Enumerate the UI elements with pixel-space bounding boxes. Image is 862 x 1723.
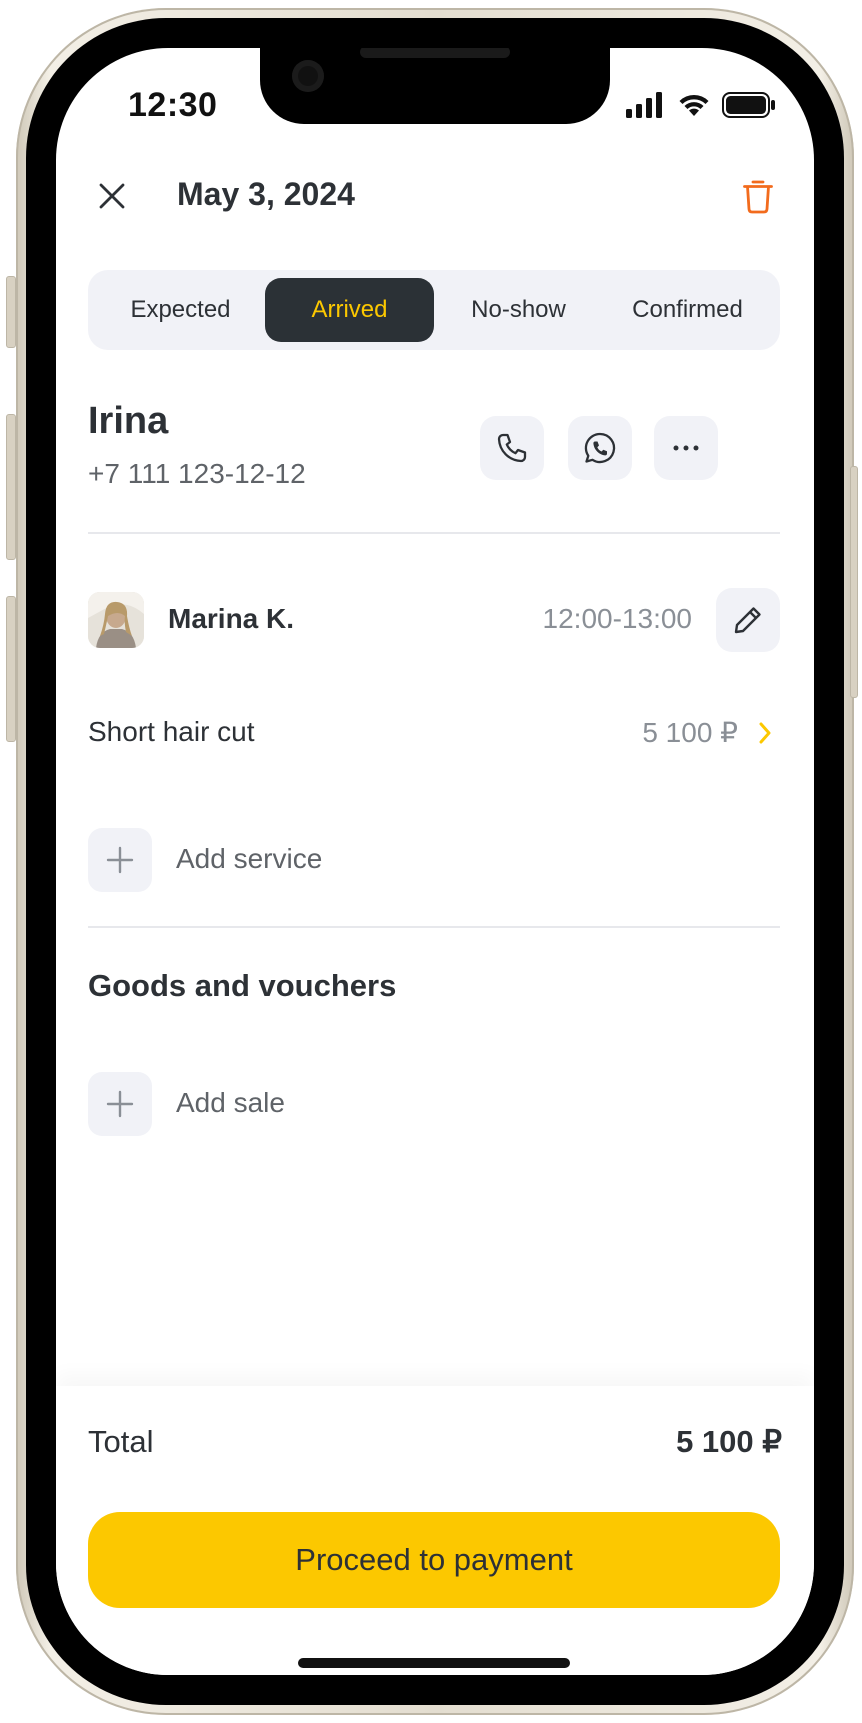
plus-icon [88, 828, 152, 892]
cellular-signal-icon [626, 92, 662, 118]
add-sale-label: Add sale [176, 1087, 285, 1118]
whatsapp-icon [584, 432, 616, 464]
phone-icon [497, 433, 527, 463]
client-card: Irina +7 111 123-12-12 [88, 400, 780, 500]
total-label: Total [88, 1424, 154, 1459]
side-button-mute [6, 276, 16, 348]
add-service-label: Add service [176, 843, 323, 874]
edit-button[interactable] [716, 588, 780, 652]
delete-button[interactable] [734, 172, 782, 220]
close-icon [99, 183, 125, 209]
wifi-icon [679, 94, 709, 116]
whatsapp-button[interactable] [568, 416, 632, 480]
client-phone: +7 111 123-12-12 [88, 458, 306, 489]
master-name: Marina K. [168, 603, 295, 634]
side-button-volume-up [6, 414, 16, 560]
page-title: May 3, 2024 [177, 176, 355, 212]
speaker [360, 48, 510, 58]
trash-icon [743, 180, 773, 214]
more-icon [673, 445, 699, 451]
tab-expected[interactable]: Expected [96, 278, 265, 342]
add-service-button[interactable]: Add service [88, 828, 488, 892]
goods-section-title: Goods and vouchers [88, 968, 397, 1003]
tab-no-show[interactable]: No-show [434, 278, 603, 342]
master-row[interactable]: Marina K. 12:00-13:00 [88, 588, 780, 652]
close-button[interactable] [88, 172, 136, 220]
status-icons [626, 92, 776, 118]
home-indicator[interactable] [298, 1658, 570, 1668]
add-sale-button[interactable]: Add sale [88, 1072, 488, 1136]
total-value: 5 100 ₽ [676, 1424, 782, 1459]
side-button-power [850, 466, 858, 698]
service-price: 5 100 ₽ [642, 717, 738, 748]
appointment-time: 12:00-13:00 [542, 603, 692, 634]
status-time: 12:30 [128, 86, 218, 124]
footer: Total 5 100 ₽ Proceed to payment [56, 1386, 814, 1675]
service-row[interactable]: Short hair cut 5 100 ₽ [88, 714, 780, 754]
avatar [88, 592, 144, 648]
side-button-volume-down [6, 596, 16, 742]
pencil-icon [734, 607, 761, 634]
divider [88, 532, 780, 534]
battery-icon [722, 92, 775, 118]
divider [88, 926, 780, 928]
more-button[interactable] [654, 416, 718, 480]
tab-arrived[interactable]: Arrived [265, 278, 434, 342]
client-name: Irina [88, 400, 169, 442]
proceed-to-payment-button[interactable]: Proceed to payment [88, 1512, 780, 1608]
screen: 12:30 May 3, 2024 Expected Arrived No-sh… [56, 48, 814, 1675]
tab-confirmed[interactable]: Confirmed [603, 278, 772, 342]
status-tabs: Expected Arrived No-show Confirmed [88, 270, 780, 350]
plus-icon [88, 1072, 152, 1136]
service-name: Short hair cut [88, 716, 255, 747]
header: May 3, 2024 [56, 160, 814, 240]
call-button[interactable] [480, 416, 544, 480]
front-camera [292, 60, 324, 92]
chevron-right-icon [750, 718, 780, 748]
